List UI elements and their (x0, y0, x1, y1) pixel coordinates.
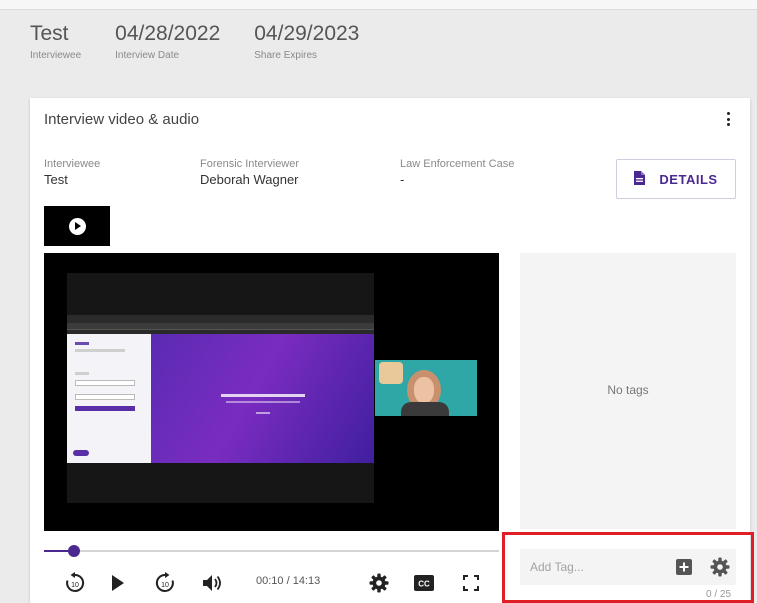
document-icon (634, 170, 646, 188)
browser-tabs (67, 315, 374, 323)
hero-line (226, 401, 300, 403)
login-field (75, 394, 135, 400)
cam-body (401, 402, 449, 416)
settings-icon[interactable] (365, 568, 393, 598)
details-button[interactable]: DETAILS (616, 159, 736, 199)
card-title: Interview video & audio (44, 111, 200, 128)
meta-value: Test (44, 172, 68, 187)
no-tags-text: No tags (607, 383, 649, 397)
browser-window (67, 315, 374, 463)
stat-value: 04/28/2022 (115, 22, 221, 45)
hero-line (221, 394, 305, 397)
play-circle-icon (68, 217, 86, 235)
browser-address-bar (67, 323, 374, 330)
media-type-badge[interactable] (44, 206, 110, 246)
login-field (75, 380, 135, 386)
player-controls: 10 10 00:10 / 14:13 CC (44, 568, 499, 598)
stat-share-expires: 04/29/2023 Share Expires (254, 20, 359, 61)
forward-10-icon[interactable]: 10 (150, 568, 180, 598)
login-panel (67, 334, 151, 463)
stat-label: Interview Date (115, 50, 180, 61)
chat-bubble (73, 450, 89, 456)
login-button-shape (75, 406, 135, 411)
svg-text:10: 10 (161, 582, 169, 589)
meta-label: Forensic Interviewer (200, 158, 300, 170)
seek-handle[interactable] (68, 545, 80, 557)
volume-icon[interactable] (198, 568, 226, 598)
more-vert-icon[interactable] (720, 109, 736, 129)
stat-label: Interviewee (30, 50, 82, 61)
stat-value: 04/29/2023 (254, 22, 360, 45)
stat-interviewee: Test Interviewee (30, 20, 81, 61)
stat-value: Test (30, 22, 69, 45)
meta-law-enforcement-case: Law Enforcement Case - (400, 158, 514, 187)
meta-interviewee: Interviewee Test (44, 158, 100, 187)
meta-label: Interviewee (44, 158, 101, 170)
closed-captions-icon[interactable]: CC (411, 568, 437, 598)
meta-forensic-interviewer: Forensic Interviewer Deborah Wagner (200, 158, 299, 187)
cam-face (414, 377, 434, 403)
text-line (75, 372, 89, 375)
tags-panel: No tags (520, 253, 736, 529)
fullscreen-icon[interactable] (458, 568, 484, 598)
tag-counter: 0 / 25 (706, 589, 732, 600)
meta-value: Deborah Wagner (200, 172, 299, 187)
svg-text:CC: CC (418, 580, 430, 589)
top-bar (0, 0, 757, 10)
tag-settings-icon[interactable] (710, 557, 730, 582)
time-display: 00:10 / 14:13 (256, 575, 321, 587)
add-tag-row (520, 549, 736, 585)
video-player[interactable] (44, 253, 499, 531)
add-tag-input[interactable] (520, 549, 670, 585)
play-icon[interactable] (106, 568, 130, 598)
rewind-10-icon[interactable]: 10 (60, 568, 90, 598)
text-line (75, 349, 125, 352)
add-box-icon[interactable] (676, 559, 692, 575)
interview-media-card: Interview video & audio Interviewee Test… (30, 98, 750, 603)
hero-panel (151, 334, 374, 463)
brand-mark (75, 342, 89, 345)
summary-stats: Test Interviewee 04/28/2022 Interview Da… (30, 20, 359, 61)
shared-screen (67, 273, 374, 503)
seek-bar[interactable] (44, 545, 499, 557)
stat-label: Share Expires (254, 50, 318, 61)
cam-background (379, 362, 403, 384)
stat-interview-date: 04/28/2022 Interview Date (115, 20, 220, 61)
hero-line (256, 412, 270, 414)
details-button-label: DETAILS (659, 171, 718, 187)
meta-value: - (400, 172, 405, 187)
webcam-thumbnail (375, 360, 477, 416)
svg-text:10: 10 (71, 582, 79, 589)
meta-label: Law Enforcement Case (400, 158, 515, 170)
